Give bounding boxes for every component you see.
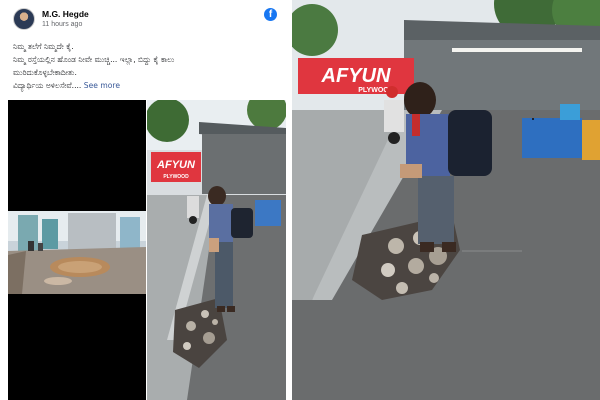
post-line-last: ವಿದ್ಯಾರ್ಥಿಯ ಅಳಿಲಸೇವೆ.... See more: [13, 79, 281, 92]
media-pane-video[interactable]: [8, 100, 146, 400]
student-pothole-photo-small: AFYUN PLYWOOD: [147, 100, 286, 400]
post-line: ನಿಮ್ಮ ರಸ್ತೆಯಲ್ಲಿನ ಹೊಂಡ ನೀವೇ ಮುಚ್ಚಿ... ಇಲ…: [13, 55, 175, 64]
post-text: ನಿಮ್ಮ ತಲೆಗೆ ನಿಮ್ಮದೇ ಕೈ. ನಿಮ್ಮ ರಸ್ತೆಯಲ್ಲಿ…: [13, 40, 281, 92]
post-line: ನಿಮ್ಮ ತಲೆಗೆ ನಿಮ್ಮದೇ ಕೈ.: [13, 42, 74, 51]
post-header: M.G. Hegde 11 hours ago f: [13, 6, 281, 32]
media-pane-photo[interactable]: AFYUN PLYWOOD: [147, 100, 286, 400]
post-timestamp[interactable]: 11 hours ago: [42, 21, 82, 28]
screenshot-canvas: M.G. Hegde 11 hours ago f ನಿಮ್ಮ ತಲೆಗೆ ನಿ…: [0, 0, 600, 400]
road-puddle-photo: [8, 211, 146, 294]
sign-sub: PLYWOOD: [163, 174, 189, 180]
see-more-link[interactable]: See more: [84, 81, 120, 90]
post-line: ಮುರಿದುಕೊಳ್ಳಬೇಕಾದೀತು.: [13, 68, 77, 77]
facebook-logo-icon[interactable]: f: [264, 8, 277, 21]
road-puddle-image: [8, 211, 146, 294]
sign-brand: AFYUN: [156, 159, 196, 171]
sign-brand: AFYUN: [321, 65, 391, 87]
student-pothole-image: AFYUN PLYWOOD: [292, 0, 600, 400]
post-media[interactable]: AFYUN PLYWOOD: [8, 100, 286, 400]
post-line: ವಿದ್ಯಾರ್ಥಿಯ ಅಳಿಲಸೇವೆ....: [13, 81, 82, 90]
avatar[interactable]: [13, 8, 35, 30]
student-pothole-photo-large[interactable]: AFYUN PLYWOOD: [292, 0, 600, 400]
author-name[interactable]: M.G. Hegde: [42, 9, 89, 19]
